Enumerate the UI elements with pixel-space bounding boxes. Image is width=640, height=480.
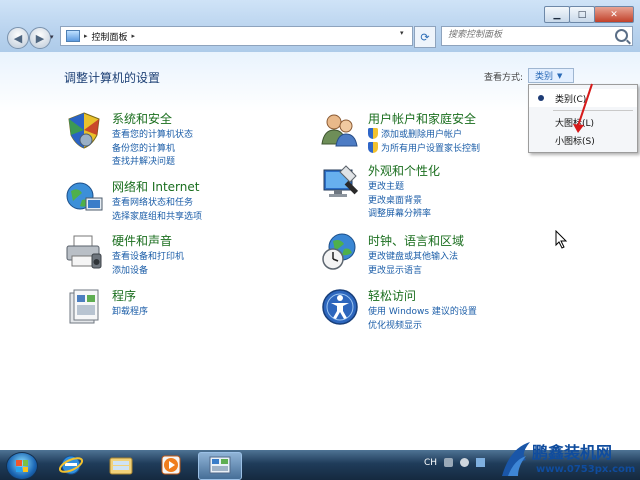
refresh-button[interactable]: ⟳: [414, 26, 436, 48]
uac-shield-icon: [368, 128, 378, 140]
uac-shield-icon: [368, 141, 378, 153]
users-icon[interactable]: [320, 110, 360, 150]
link-view-computer-status[interactable]: 查看您的计算机状态: [112, 127, 193, 141]
view-by-label: 查看方式:: [484, 73, 524, 83]
red-arrow-icon: [573, 83, 593, 133]
window-chrome: ▁ □ ✕ ◀ ▶ ▾ ▸ 控制面板 ▸ ▾ ⟳: [0, 0, 640, 52]
breadcrumb-control-panel[interactable]: 控制面板: [92, 30, 128, 43]
view-by-value: 类别: [535, 72, 554, 82]
back-button[interactable]: ◀: [7, 27, 29, 49]
appearance-icon[interactable]: [320, 162, 360, 202]
search-input[interactable]: [442, 27, 608, 43]
start-button[interactable]: [6, 452, 38, 480]
network-tray-icon[interactable]: [476, 458, 485, 467]
breadcrumb-separator[interactable]: ▸: [132, 32, 136, 40]
clock-globe-icon[interactable]: [320, 232, 360, 272]
refresh-icon: ⟳: [420, 30, 430, 44]
category-title[interactable]: 轻松访问: [368, 287, 416, 304]
link-text: 为所有用户设置家长控制: [381, 143, 481, 154]
link-text: 添加或删除用户帐户: [381, 130, 463, 141]
address-bar[interactable]: ▸ 控制面板 ▸: [60, 26, 413, 46]
link-uninstall-program[interactable]: 卸载程序: [112, 304, 148, 318]
link-add-device[interactable]: 添加设备: [112, 263, 184, 277]
forward-button[interactable]: ▶: [29, 27, 51, 49]
search-icon[interactable]: [615, 29, 628, 42]
help-icon[interactable]: [460, 458, 469, 467]
link-change-background[interactable]: 更改桌面背景: [368, 193, 431, 207]
page-title: 调整计算机的设置: [64, 71, 161, 85]
control-panel-icon: [66, 30, 80, 42]
link-backup-computer[interactable]: 备份您的计算机: [112, 141, 193, 155]
internet-explorer-icon: [59, 455, 83, 475]
keyboard-icon[interactable]: [444, 458, 453, 467]
taskbar-ie[interactable]: [50, 452, 92, 478]
close-button[interactable]: ✕: [594, 6, 634, 23]
search-box[interactable]: [441, 26, 633, 46]
windows-explorer-icon: [109, 457, 133, 475]
category-title[interactable]: 网络和 Internet: [112, 178, 199, 195]
link-change-display-language[interactable]: 更改显示语言: [368, 263, 458, 277]
link-change-theme[interactable]: 更改主题: [368, 179, 431, 193]
category-title[interactable]: 程序: [112, 287, 136, 304]
link-network-status[interactable]: 查看网络状态和任务: [112, 195, 202, 209]
category-title[interactable]: 外观和个性化: [368, 162, 440, 179]
control-panel-icon: [209, 456, 231, 474]
link-devices-printers[interactable]: 查看设备和打印机: [112, 249, 184, 263]
view-by-dropdown[interactable]: 类别 ▼: [528, 68, 574, 83]
taskbar-explorer[interactable]: [100, 452, 142, 478]
watermark-name: 鹏鑫装机网: [532, 443, 613, 462]
link-recommended-settings[interactable]: 使用 Windows 建议的设置: [368, 304, 477, 318]
link-parental-controls[interactable]: 为所有用户设置家长控制: [368, 141, 480, 155]
radio-selected-icon: [538, 95, 544, 101]
programs-icon[interactable]: [64, 287, 104, 327]
network-globe-icon[interactable]: [64, 178, 104, 218]
category-title[interactable]: 系统和安全: [112, 110, 172, 127]
recent-pages-dropdown[interactable]: ▾: [50, 33, 54, 41]
forward-arrow-icon: ▶: [35, 31, 45, 45]
shield-security-icon[interactable]: [64, 110, 104, 150]
menu-item-label: 小图标(S): [555, 136, 595, 147]
maximize-button[interactable]: □: [569, 6, 595, 23]
windows-logo-icon: [16, 460, 28, 472]
input-language-indicator[interactable]: CH: [424, 458, 437, 468]
window-controls: ▁ □ ✕: [544, 6, 634, 23]
link-homegroup-sharing[interactable]: 选择家庭组和共享选项: [112, 209, 202, 223]
watermark-url: www.0753px.com: [536, 464, 636, 475]
link-change-keyboard[interactable]: 更改键盘或其他输入法: [368, 249, 458, 263]
link-screen-resolution[interactable]: 调整屏幕分辨率: [368, 206, 431, 220]
category-title[interactable]: 用户帐户和家庭安全: [368, 110, 476, 127]
address-dropdown[interactable]: ▾: [400, 29, 404, 37]
ease-of-access-icon[interactable]: [320, 287, 360, 327]
category-title[interactable]: 硬件和声音: [112, 232, 172, 249]
printer-icon[interactable]: [64, 232, 104, 272]
link-add-remove-accounts[interactable]: 添加或删除用户帐户: [368, 127, 480, 141]
breadcrumb-separator[interactable]: ▸: [84, 32, 88, 40]
minimize-button[interactable]: ▁: [544, 6, 570, 23]
category-title[interactable]: 时钟、语言和区域: [368, 232, 464, 249]
chevron-down-icon: ▼: [557, 71, 563, 80]
taskbar-control-panel[interactable]: [198, 452, 242, 480]
media-player-icon: [161, 455, 181, 475]
back-arrow-icon: ◀: [13, 31, 23, 45]
taskbar-media-player[interactable]: [150, 452, 192, 478]
link-optimize-video[interactable]: 优化视频显示: [368, 318, 477, 332]
link-troubleshoot[interactable]: 查找并解决问题: [112, 154, 193, 168]
mouse-cursor-icon: [555, 230, 568, 249]
